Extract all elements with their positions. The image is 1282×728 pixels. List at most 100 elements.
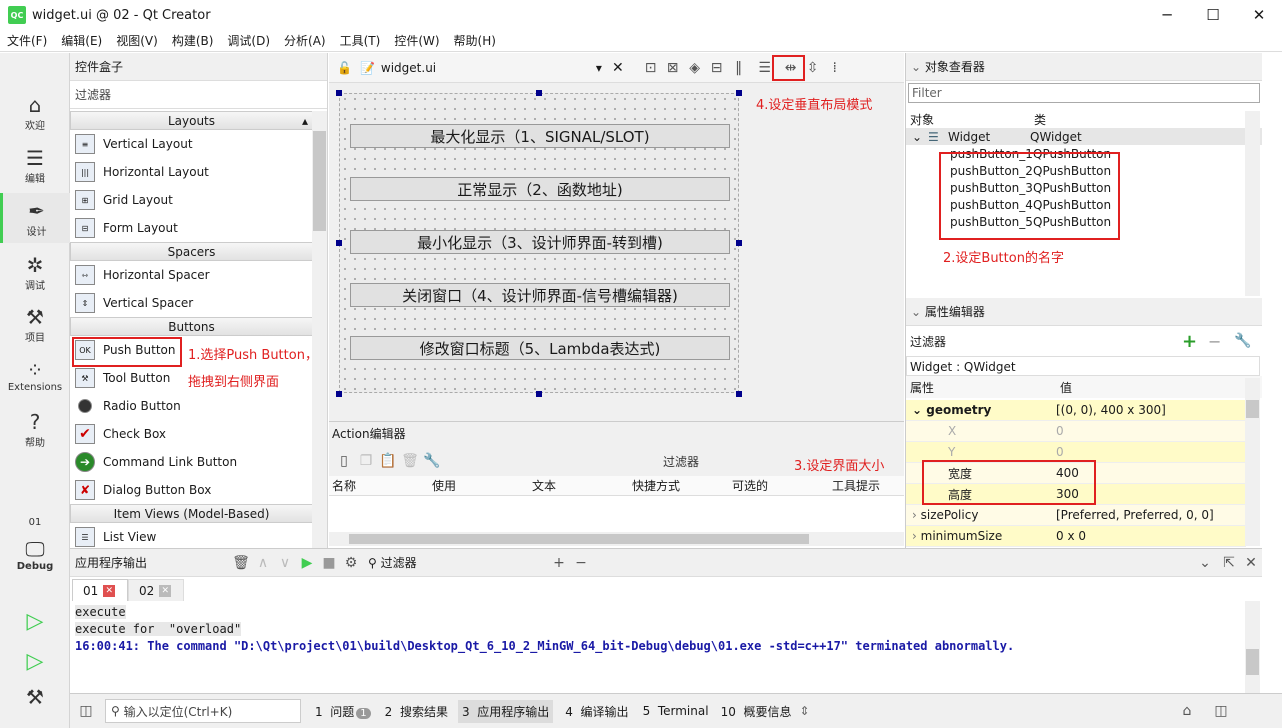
form-push-button-3[interactable]: 最小化显示（3、设计师界面-转到槽) xyxy=(350,230,730,254)
clear-icon[interactable]: 🗑 xyxy=(230,555,252,571)
object-filter-input[interactable]: Filter xyxy=(908,83,1260,103)
expand-icon[interactable]: ⌄ xyxy=(912,403,922,417)
widget-list-view[interactable]: ☰ List View xyxy=(70,523,313,551)
mode-design[interactable]: ✒ 设计 xyxy=(0,193,70,243)
close-tab-icon[interactable]: ✕ xyxy=(159,584,172,597)
scrollbar-thumb[interactable] xyxy=(1246,649,1259,675)
widget-form-layout[interactable]: ⊟ Form Layout xyxy=(70,214,313,242)
widget-horizontal-spacer[interactable]: ⇿ Horizontal Spacer xyxy=(70,261,313,289)
edit-widgets-icon[interactable]: ⊡ xyxy=(640,60,662,76)
widget-box-filter[interactable]: 过滤器 xyxy=(70,81,327,109)
prop-size-policy[interactable]: › sizePolicy [Preferred, Preferred, 0, 0] xyxy=(906,505,1246,526)
progress-details-icon[interactable]: ⌂ xyxy=(1176,703,1198,719)
kit-selector[interactable]: 🖵 Debug xyxy=(0,537,70,572)
form-push-button-1[interactable]: 最大化显示（1、SIGNAL/SLOT) xyxy=(350,124,730,148)
layout-horizontal-icon[interactable]: ‖ xyxy=(728,60,750,76)
up-icon[interactable]: ∧ xyxy=(252,555,274,571)
mode-edit[interactable]: ☰ 编辑 xyxy=(0,146,70,185)
scrollbar-thumb[interactable] xyxy=(1246,400,1259,418)
debug-run-button[interactable]: ▷ xyxy=(0,649,70,674)
status-tab-compile-output[interactable]: 4 编译输出 xyxy=(565,703,628,720)
widget-horizontal-layout[interactable]: ||| Horizontal Layout xyxy=(70,158,313,186)
widget-grid-layout[interactable]: ⊞ Grid Layout xyxy=(70,186,313,214)
resize-handle[interactable] xyxy=(336,90,342,96)
form-push-button-4[interactable]: 关闭窗口（4、设计师界面-信号槽编辑器) xyxy=(350,283,730,307)
menu-analyze[interactable]: 分析(A) xyxy=(277,32,333,49)
delete-icon[interactable]: 🗑 xyxy=(399,453,421,469)
menu-widget[interactable]: 控件(W) xyxy=(387,32,446,49)
form-push-button-2[interactable]: 正常显示（2、函数地址) xyxy=(350,177,730,201)
action-hscrollbar[interactable] xyxy=(329,532,904,546)
design-form[interactable]: 最大化显示（1、SIGNAL/SLOT) 正常显示（2、函数地址) 最小化显示（… xyxy=(339,93,739,393)
close-document-icon[interactable]: ✕ xyxy=(612,60,624,76)
add-icon[interactable]: + xyxy=(548,555,570,571)
stop-icon[interactable]: ■ xyxy=(318,555,340,571)
resize-handle[interactable] xyxy=(736,391,742,397)
close-pane-icon[interactable]: ✕ xyxy=(1240,555,1262,571)
chevron-down-icon[interactable]: ▾ xyxy=(596,61,602,75)
menu-debug[interactable]: 调试(D) xyxy=(220,32,277,49)
down-icon[interactable]: ∨ xyxy=(274,555,296,571)
toggle-sidebar-icon[interactable]: ◫ xyxy=(75,703,97,719)
paste-icon[interactable]: 📋 xyxy=(377,453,399,469)
menu-file[interactable]: 文件(F) xyxy=(0,32,54,49)
prop-minimum-size[interactable]: › minimumSize 0 x 0 xyxy=(906,526,1246,547)
edit-tab-order-icon[interactable]: ⊟ xyxy=(706,60,728,76)
toggle-right-sidebar-icon[interactable]: ◫ xyxy=(1210,703,1232,719)
configure-icon[interactable]: 🔧 xyxy=(421,453,443,469)
resize-handle[interactable] xyxy=(736,240,742,246)
category-spacers[interactable]: Spacers xyxy=(70,242,313,261)
edit-signals-icon[interactable]: ⊠ xyxy=(662,60,684,76)
new-action-icon[interactable]: ▯ xyxy=(333,453,355,469)
maximize-button[interactable]: ☐ xyxy=(1190,0,1236,30)
expand-icon[interactable]: ⌄ xyxy=(912,130,928,144)
widget-box-scrollbar[interactable] xyxy=(312,111,327,548)
expand-icon[interactable]: › xyxy=(912,529,917,543)
copy-icon[interactable]: ❐ xyxy=(355,453,377,469)
menu-help[interactable]: 帮助(H) xyxy=(447,32,503,49)
remove-icon[interactable]: − xyxy=(570,555,592,571)
category-layouts[interactable]: Layouts ▴ xyxy=(70,111,313,130)
prop-x[interactable]: X0 xyxy=(906,421,1246,442)
add-property-icon[interactable]: + xyxy=(1182,331,1197,352)
form-push-button-5[interactable]: 修改窗口标题（5、Lambda表达式) xyxy=(350,336,730,360)
status-tab-app-output[interactable]: 3 应用程序输出 xyxy=(457,699,554,723)
close-tab-icon[interactable]: ✕ xyxy=(103,584,116,597)
collapse-chevron-icon[interactable]: ⌄ xyxy=(911,60,921,74)
menu-view[interactable]: 视图(V) xyxy=(109,32,165,49)
close-button[interactable]: ✕ xyxy=(1236,0,1282,30)
output-tab-01[interactable]: 01 ✕ xyxy=(72,579,128,601)
mode-welcome[interactable]: ⌂ 欢迎 xyxy=(0,93,70,132)
minimize-button[interactable]: ─ xyxy=(1144,0,1190,30)
menu-tools[interactable]: 工具(T) xyxy=(333,32,388,49)
widget-command-link-button[interactable]: ➔ Command Link Button xyxy=(70,448,313,476)
widget-vertical-layout[interactable]: ≡ Vertical Layout xyxy=(70,130,313,158)
resize-handle[interactable] xyxy=(736,90,742,96)
scrollbar-thumb[interactable] xyxy=(349,534,809,544)
prop-geometry[interactable]: ⌄ geometry [(0, 0), 400 x 300] xyxy=(906,400,1246,421)
build-button[interactable]: ⚒ xyxy=(0,685,70,709)
menu-build[interactable]: 构建(B) xyxy=(165,32,221,49)
status-tab-terminal[interactable]: 5 Terminal xyxy=(643,704,709,718)
resize-handle[interactable] xyxy=(536,90,542,96)
status-tab-search-results[interactable]: 2 搜索结果 xyxy=(385,703,448,720)
settings-icon[interactable]: ⚙ xyxy=(340,555,362,571)
widget-check-box[interactable]: ✔ Check Box xyxy=(70,420,313,448)
status-tab-general-messages[interactable]: 10 概要信息 xyxy=(721,703,792,720)
object-tree-scrollbar[interactable] xyxy=(1245,111,1260,296)
mode-debug[interactable]: ✲ 调试 xyxy=(0,253,70,292)
category-buttons[interactable]: Buttons xyxy=(70,317,313,336)
widget-radio-button[interactable]: Radio Button xyxy=(70,392,313,420)
mode-extensions[interactable]: ⁘ Extensions xyxy=(0,358,70,393)
open-document-selector[interactable]: widget.ui xyxy=(381,61,581,75)
tree-row-widget[interactable]: ⌄ ☰ Widget QWidget xyxy=(906,128,1262,145)
expand-icon[interactable]: › xyxy=(912,508,917,522)
configure-icon[interactable]: 🔧 xyxy=(1234,333,1251,349)
remove-property-icon[interactable]: − xyxy=(1208,332,1221,351)
edit-buddies-icon[interactable]: ◈ xyxy=(684,60,706,76)
resize-handle[interactable] xyxy=(336,240,342,246)
resize-handle[interactable] xyxy=(536,391,542,397)
mode-projects[interactable]: ⚒ 项目 xyxy=(0,305,70,344)
output-tab-02[interactable]: 02 ✕ xyxy=(128,579,184,601)
output-scrollbar[interactable] xyxy=(1245,601,1260,693)
